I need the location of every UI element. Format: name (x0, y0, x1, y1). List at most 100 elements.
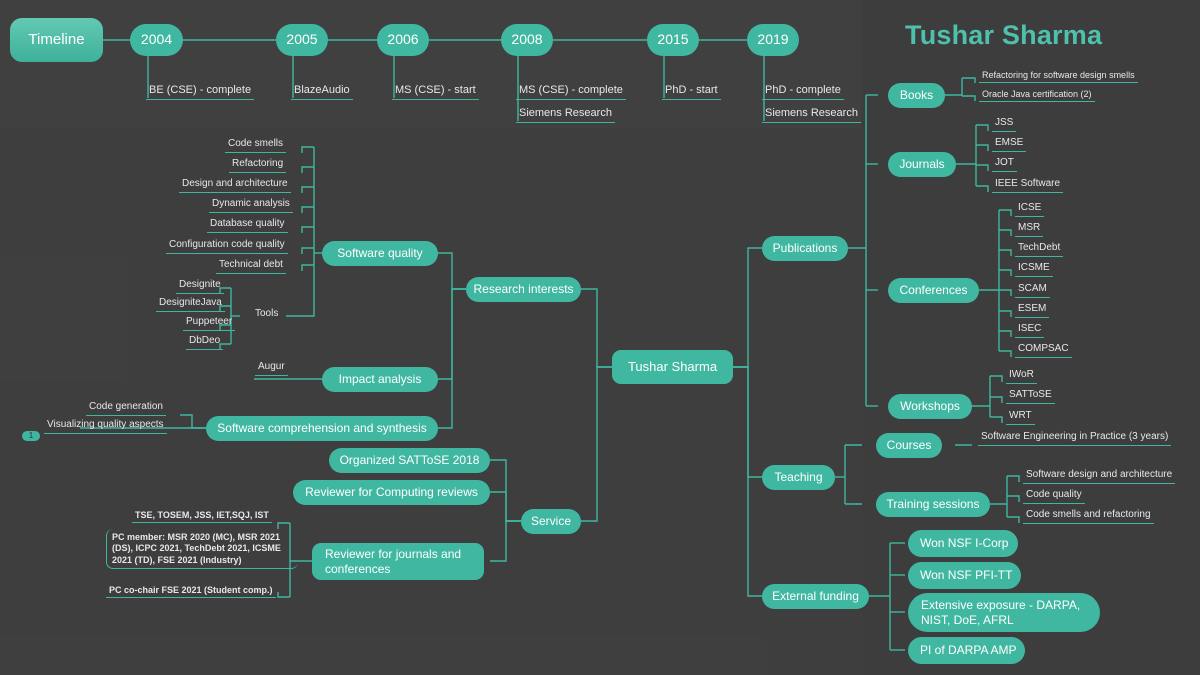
node-label: Books (899, 88, 934, 102)
node-label: Organized SATToSE 2018 (339, 453, 480, 467)
node-label: Impact analysis (338, 372, 422, 386)
branch-label: Teaching (774, 470, 823, 484)
branch-teaching[interactable]: Teaching (762, 465, 835, 490)
timeline-year-2015[interactable]: 2015 (647, 24, 699, 56)
timeline-year-2008[interactable]: 2008 (501, 24, 553, 56)
node-label: Conferences (899, 283, 968, 297)
timeline-panel-backdrop (0, 0, 862, 128)
node-label: Won NSF PFI-TT (920, 568, 1013, 582)
branch-research-interests[interactable]: Research interests (466, 277, 581, 302)
timeline-year-label: 2006 (387, 31, 419, 48)
collapse-marker-badge[interactable]: 1 (22, 431, 40, 441)
branch-publications[interactable]: Publications (762, 236, 848, 261)
leaf-design-and-architecture: Design and architecture (179, 178, 291, 193)
leaf-workshop-sattose: SATToSE (1006, 389, 1055, 404)
leaf-designite: Designite (176, 279, 224, 294)
leaf-training-design-architecture: Software design and architecture (1023, 469, 1176, 484)
node-label: Software quality (337, 246, 423, 260)
page-title: Tushar Sharma (905, 20, 1103, 50)
leaf-conf-msr: MSR (1015, 222, 1044, 237)
node-courses[interactable]: Courses (876, 433, 942, 458)
leaf-journal-emse: EMSE (992, 137, 1027, 152)
leaf-workshop-wrt: WRT (1006, 410, 1035, 425)
node-books[interactable]: Books (888, 83, 945, 108)
node-journals[interactable]: Journals (888, 152, 956, 177)
node-extensive-exposure[interactable]: Extensive exposure - DARPA, NIST, DoE, A… (908, 593, 1100, 632)
leaf-pc-cochair: PC co-chair FSE 2021 (Student comp.) (106, 585, 276, 599)
leaf-conf-icse: ICSE (1015, 202, 1045, 217)
timeline-year-label: 2004 (140, 31, 173, 48)
leaf-journal-ieee-software: IEEE Software (992, 178, 1064, 193)
branch-label: Research interests (473, 282, 574, 296)
node-won-nsf-icorp[interactable]: Won NSF I-Corp (908, 530, 1018, 557)
center-node-label: Tushar Sharma (627, 358, 718, 374)
leaf-dynamic-analysis: Dynamic analysis (209, 198, 293, 213)
timeline-event: Siemens Research (762, 107, 861, 123)
branch-service[interactable]: Service (521, 509, 581, 534)
leaf-code-smells: Code smells (225, 138, 287, 153)
timeline-year-2004[interactable]: 2004 (130, 24, 183, 56)
node-impact-analysis[interactable]: Impact analysis (322, 367, 438, 392)
leaf-conf-isec: ISEC (1015, 323, 1045, 338)
timeline-root-node[interactable]: Timeline (10, 18, 103, 62)
leaf-conf-icsme: ICSME (1015, 262, 1053, 277)
timeline-event: PhD - start (662, 84, 721, 100)
leaf-code-generation: Code generation (86, 401, 166, 416)
node-label: Extensive exposure - DARPA, NIST, DoE, A… (921, 597, 1084, 627)
leaf-training-code-smells-refactoring: Code smells and refactoring (1023, 509, 1154, 524)
timeline-event: BE (CSE) - complete (146, 84, 255, 100)
leaf-workshop-iwor: IWoR (1006, 369, 1037, 384)
leaf-pc-member-list: PC member: MSR 2020 (MC), MSR 2021 (DS),… (106, 529, 298, 569)
leaf-journal-list: TSE, TOSEM, JSS, IET,SQJ, IST (132, 510, 272, 524)
leaf-refactoring: Refactoring (229, 158, 287, 173)
timeline-root-label: Timeline (28, 30, 85, 48)
node-reviewer-computing-reviews[interactable]: Reviewer for Computing reviews (293, 480, 490, 505)
timeline-event: MS (CSE) - start (392, 84, 479, 100)
node-organized-sattose[interactable]: Organized SATToSE 2018 (329, 448, 490, 473)
branch-external-funding[interactable]: External funding (762, 584, 869, 609)
center-node-tushar-sharma[interactable]: Tushar Sharma (612, 350, 733, 384)
leaf-configuration-code-quality: Configuration code quality (166, 239, 288, 254)
node-label: Journals (899, 157, 945, 171)
branch-label: Publications (772, 241, 838, 255)
leaf-journal-jss: JSS (992, 117, 1017, 132)
node-label: Workshops (900, 399, 960, 413)
node-reviewer-journals-conferences[interactable]: Reviewer for journals and conferences (312, 543, 484, 580)
timeline-year-2019[interactable]: 2019 (747, 24, 799, 56)
timeline-year-label: 2015 (657, 31, 689, 48)
timeline-year-label: 2005 (286, 31, 318, 48)
timeline-year-label: 2019 (757, 31, 789, 48)
timeline-event: MS (CSE) - complete (516, 84, 626, 100)
branch-label: External funding (772, 589, 859, 603)
leaf-conf-techdebt: TechDebt (1015, 242, 1064, 257)
node-label: PI of DARPA AMP (920, 643, 1017, 657)
leaf-conf-esem: ESEM (1015, 303, 1050, 318)
node-label: Reviewer for journals and conferences (325, 546, 465, 576)
timeline-event: Siemens Research (516, 107, 615, 123)
node-software-comprehension[interactable]: Software comprehension and synthesis (206, 416, 438, 441)
leaf-database-quality: Database quality (207, 218, 288, 233)
node-tools-label: Tools (255, 308, 279, 319)
timeline-year-2005[interactable]: 2005 (276, 24, 328, 56)
node-training-sessions[interactable]: Training sessions (876, 492, 990, 517)
mindmap-canvas: Timeline 2004 2005 2006 2008 2015 2019 B… (0, 0, 1200, 675)
node-label: Training sessions (886, 497, 980, 511)
timeline-year-label: 2008 (511, 31, 543, 48)
leaf-puppeteer: Puppeteer (183, 316, 236, 331)
timeline-year-2006[interactable]: 2006 (377, 24, 429, 56)
node-won-nsf-pfi-tt[interactable]: Won NSF PFI-TT (908, 562, 1021, 589)
node-label: Courses (886, 438, 932, 452)
node-software-quality[interactable]: Software quality (322, 241, 438, 266)
node-label: Reviewer for Computing reviews (305, 485, 478, 499)
node-conferences[interactable]: Conferences (888, 278, 979, 303)
node-pi-darpa-amp[interactable]: PI of DARPA AMP (908, 637, 1025, 664)
node-label: Won NSF I-Corp (920, 536, 1009, 550)
leaf-technical-debt: Technical debt (216, 259, 286, 274)
branch-label: Service (531, 514, 572, 528)
leaf-dbdeo: DbDeo (186, 335, 224, 350)
timeline-event: BlazeAudio (291, 84, 353, 100)
leaf-training-code-quality: Code quality (1023, 489, 1085, 504)
leaf-course-sep: Software Engineering in Practice (3 year… (978, 431, 1172, 446)
leaf-augur: Augur (255, 361, 288, 376)
node-workshops[interactable]: Workshops (888, 394, 972, 419)
